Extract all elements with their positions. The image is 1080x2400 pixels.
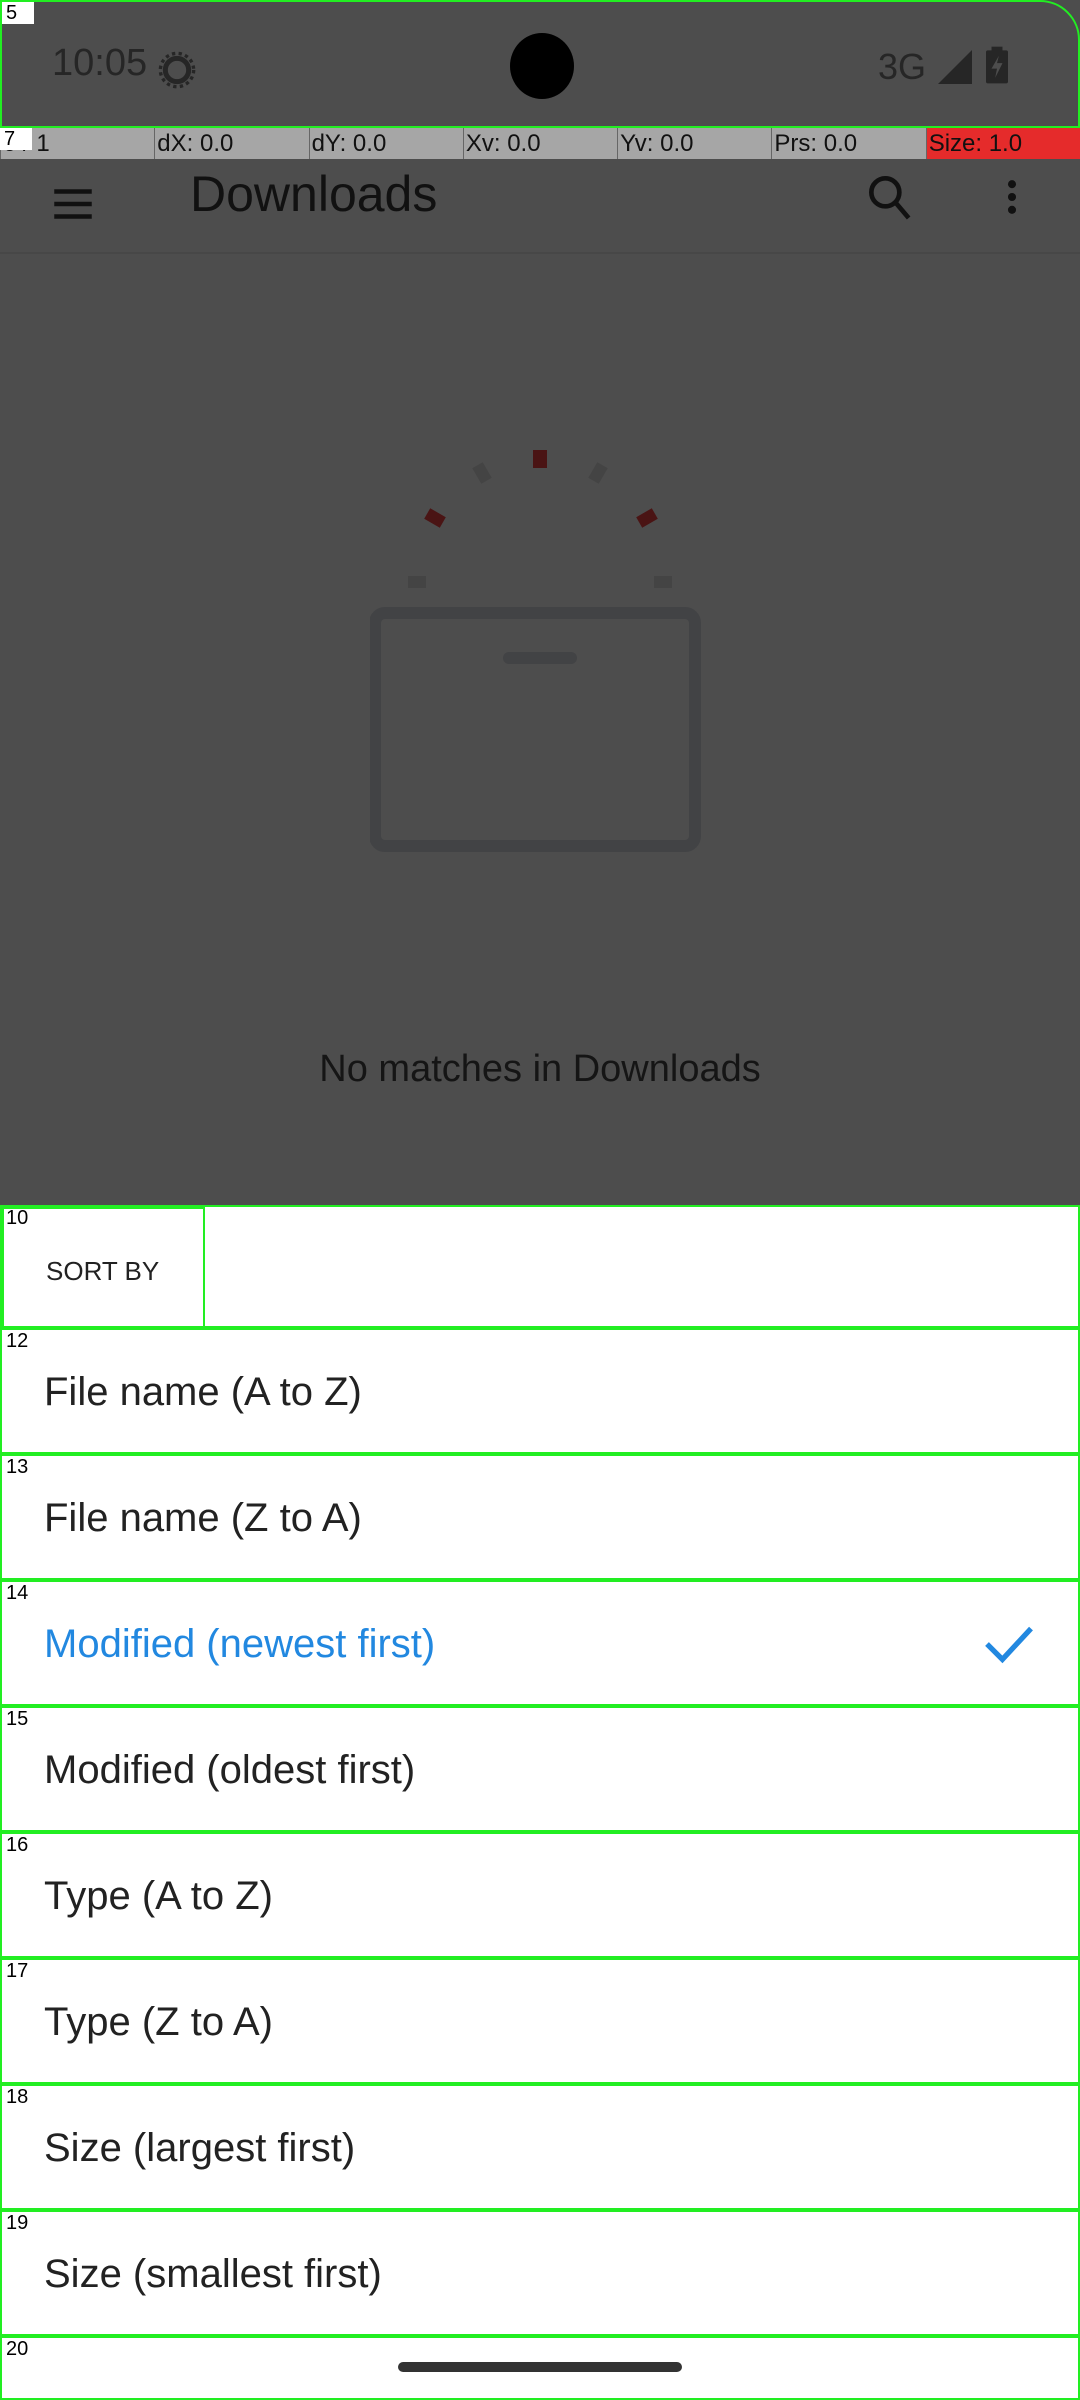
overlay-id: 15 (2, 1708, 34, 1730)
network-type: 3G (878, 46, 927, 87)
overlay-id: 18 (2, 2086, 34, 2108)
sort-option-label: Size (largest first) (44, 2126, 356, 2170)
sparkle-marks (408, 450, 672, 588)
sort-option[interactable]: 16 Type (A to Z) (0, 1832, 1080, 1958)
debug-prs: Prs: 0.0 (771, 128, 925, 159)
overlay-id: 13 (2, 1456, 34, 1478)
sort-option[interactable]: 17 Type (Z to A) (0, 1958, 1080, 2084)
overlay-id: 7 (0, 128, 32, 150)
menu-icon[interactable] (48, 179, 98, 229)
search-icon[interactable] (862, 169, 918, 225)
sort-option-label: Modified (oldest first) (44, 1748, 416, 1792)
battery-charging-icon (986, 46, 1008, 84)
overlay-id: 19 (2, 2212, 34, 2234)
sort-option[interactable]: 12 File name (A to Z) (0, 1328, 1080, 1454)
overlay-id: 12 (2, 1330, 34, 1352)
home-gesture-handle[interactable] (398, 2362, 682, 2372)
sort-option-label: Type (A to Z) (44, 1874, 273, 1918)
sort-option[interactable]: 13 File name (Z to A) (0, 1454, 1080, 1580)
check-icon (985, 1626, 1033, 1664)
camera-cutout (510, 33, 574, 99)
page-title: Downloads (190, 166, 438, 222)
app-toolbar: Downloads (0, 159, 1080, 254)
overlay-id: 5 (2, 2, 34, 24)
sort-option-label: Modified (newest first) (44, 1622, 436, 1666)
sort-option[interactable]: 18 Size (largest first) (0, 2084, 1080, 2210)
more-vert-icon[interactable] (990, 169, 1034, 225)
sort-option-label: Type (Z to A) (44, 2000, 273, 2044)
overlay-id: 14 (2, 1582, 34, 1604)
overlay-id: 16 (2, 1834, 34, 1856)
sort-option-label: Size (smallest first) (44, 2252, 382, 2296)
sort-option-label: File name (Z to A) (44, 1496, 362, 1540)
debug-size: Size: 1.0 (925, 128, 1080, 159)
clock: 10:05 (52, 42, 148, 84)
sort-option[interactable]: 14 Modified (newest first) (0, 1580, 1080, 1706)
debug-yv: Yv: 0.0 (617, 128, 771, 159)
debug-dx: dX: 0.0 (154, 128, 308, 159)
sort-header: 10 SORT BY (0, 1205, 1080, 1330)
debug-xv: Xv: 0.0 (462, 128, 617, 159)
settings-gear-icon (158, 51, 196, 89)
overlay-id: 20 (2, 2338, 34, 2360)
status-bar: 5 10:05 3G (0, 0, 1080, 128)
debug-dy: dY: 0.0 (308, 128, 463, 159)
sort-option[interactable]: 15 Modified (oldest first) (0, 1706, 1080, 1832)
overlay-id: 17 (2, 1960, 34, 1982)
signal-icon (938, 50, 972, 84)
empty-downloads-illustration (370, 450, 701, 852)
sort-bottom-sheet: 10 SORT BY 12 File name (A to Z) 13 File na… (0, 1205, 1080, 2400)
sort-option-label: File name (A to Z) (44, 1370, 362, 1414)
sort-option[interactable]: 19 Size (smallest first) (0, 2210, 1080, 2336)
empty-state-message: No matches in Downloads (319, 1048, 761, 1090)
sort-by-label: SORT BY (2, 1207, 205, 1330)
pointer-debug-bar: 0 / 1 dX: 0.0 dY: 0.0 Xv: 0.0 Yv: 0.0 Pr… (0, 128, 1080, 159)
